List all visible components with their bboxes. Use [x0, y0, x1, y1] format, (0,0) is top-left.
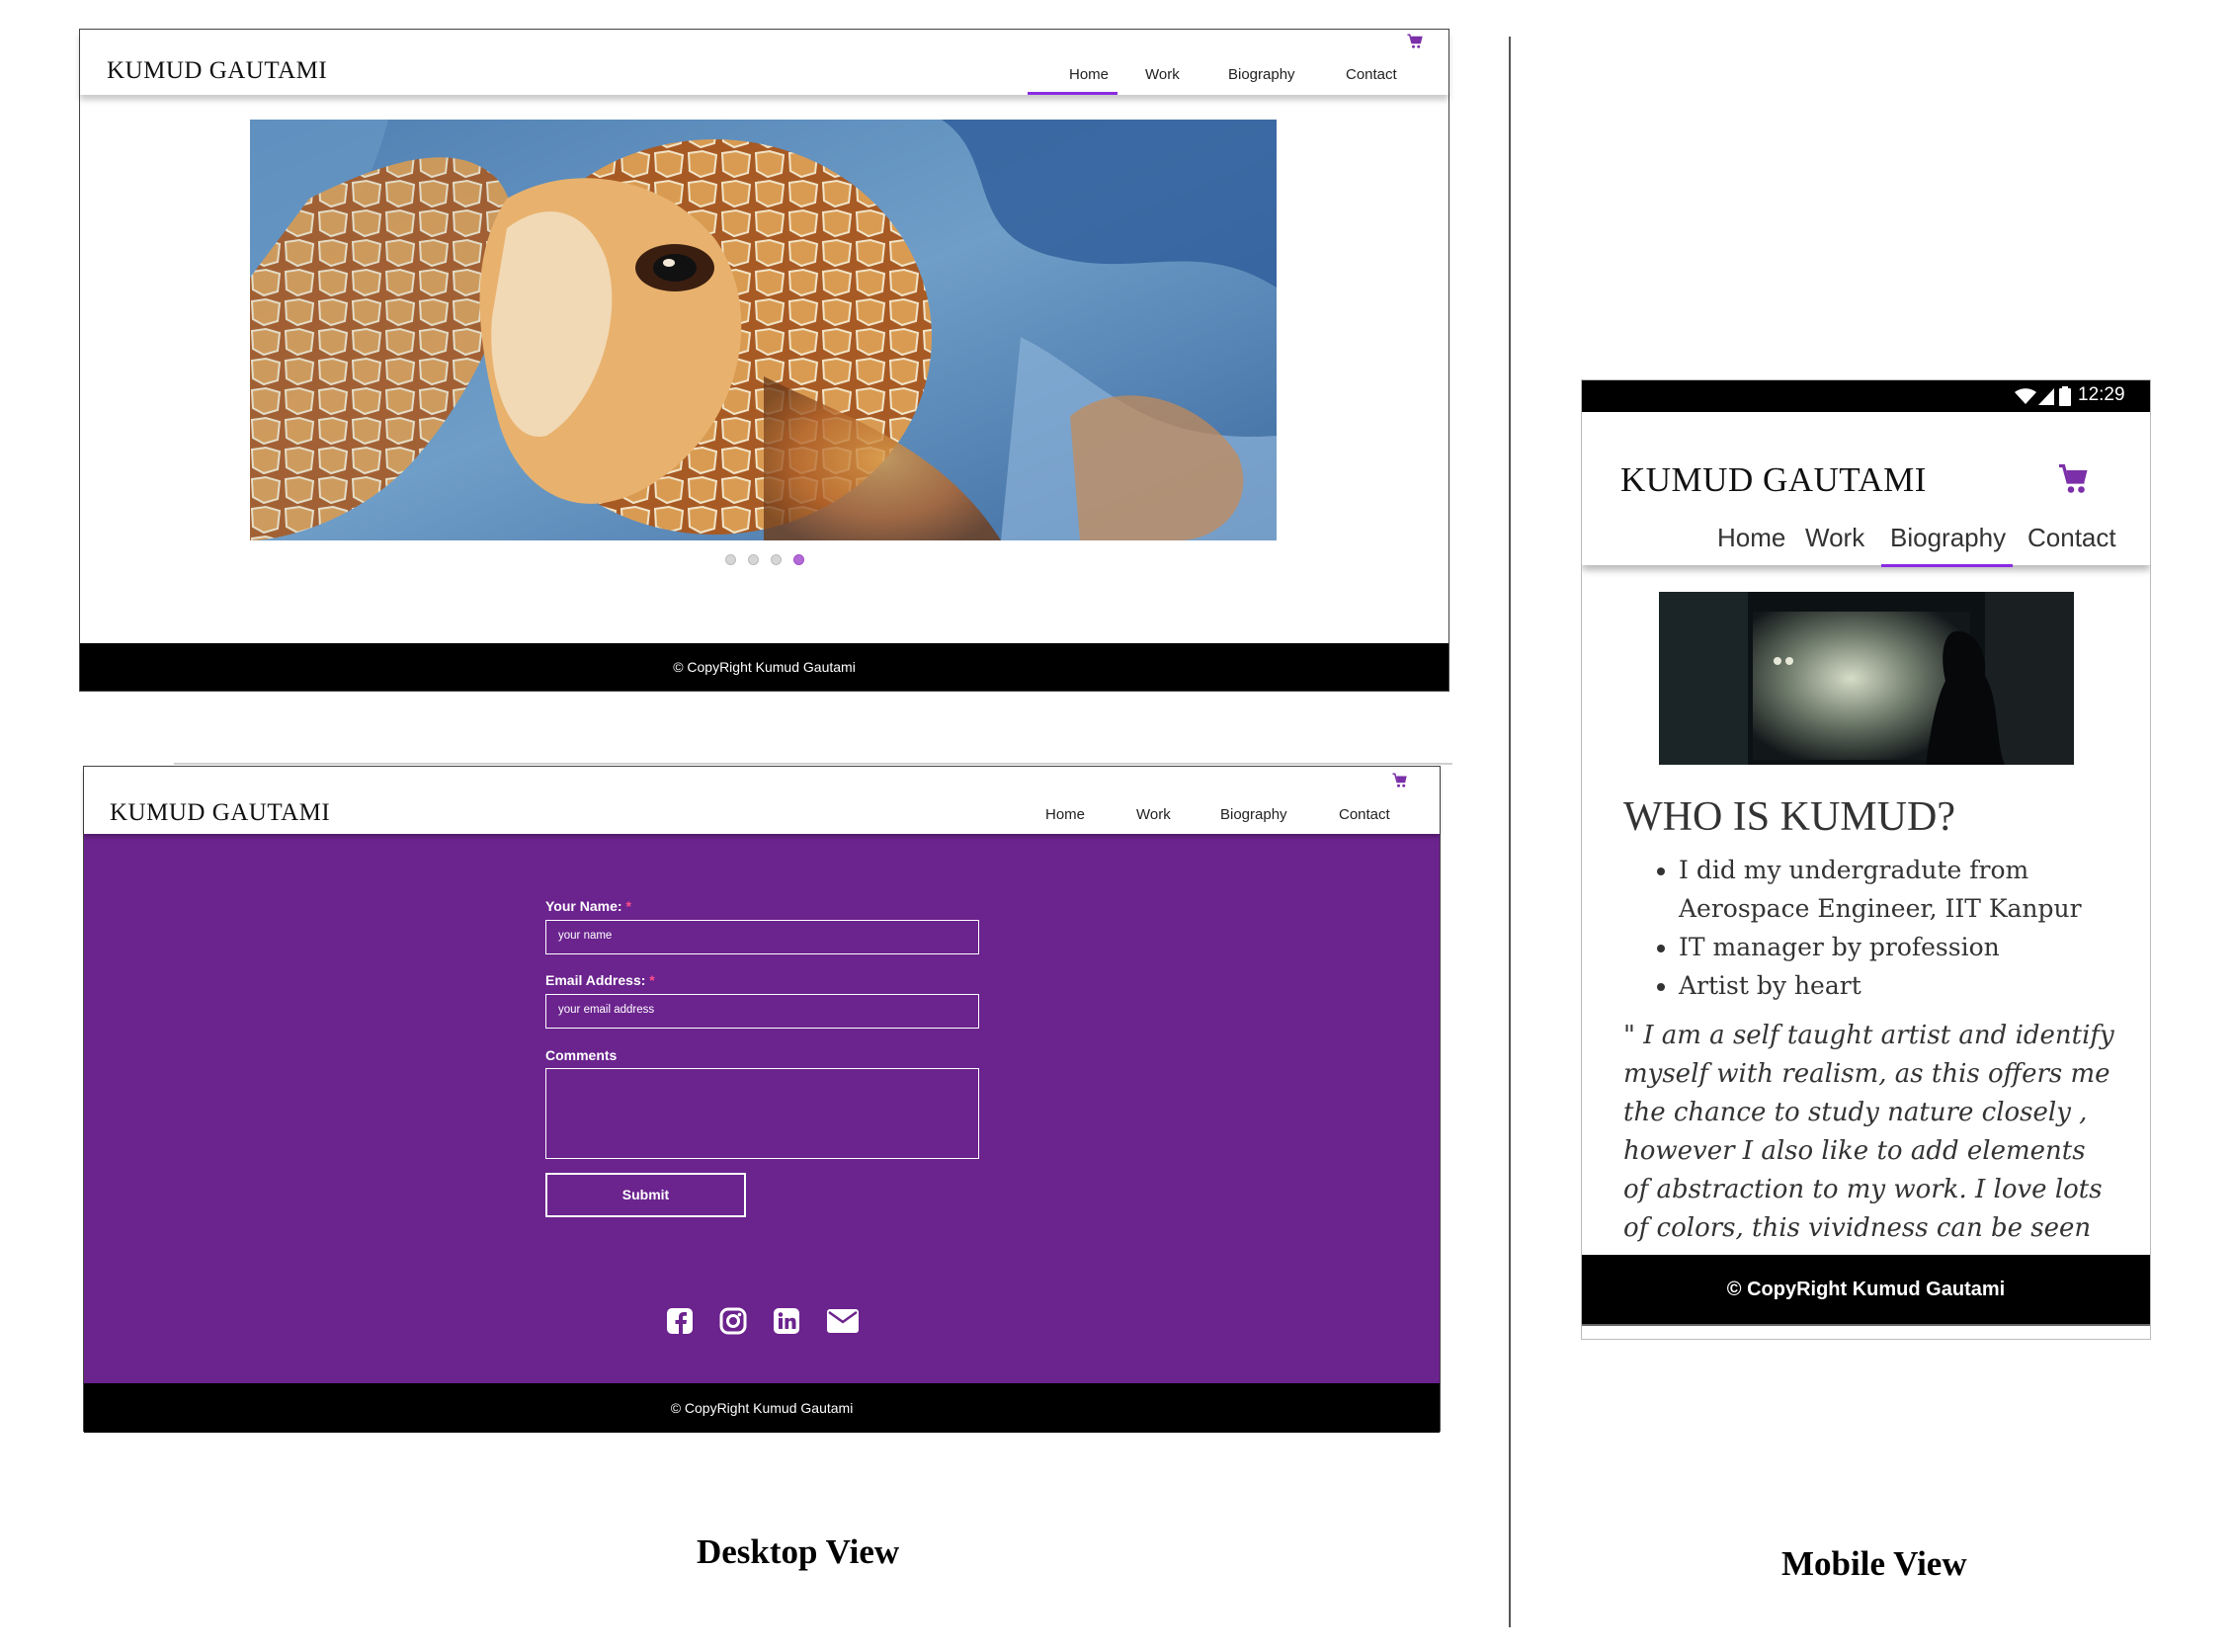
email-input[interactable]: your email address — [545, 994, 979, 1029]
mobile-biography-frame: 12:29 KUMUD GAUTAMI Home Work Biography … — [1581, 379, 2151, 1340]
site-footer: © CopyRight Kumud Gautami — [1582, 1255, 2150, 1324]
submit-button[interactable]: Submit — [545, 1173, 746, 1217]
nav-home[interactable]: Home — [1069, 66, 1109, 83]
list-item: I did my undergradute from Aerospace Eng… — [1679, 851, 2133, 928]
nav-contact[interactable]: Contact — [2027, 523, 2116, 553]
mobile-view-caption: Mobile View — [1781, 1544, 1967, 1583]
nav-contact[interactable]: Contact — [1339, 806, 1390, 823]
carousel-dot[interactable] — [747, 554, 759, 565]
battery-icon — [2059, 386, 2071, 406]
site-brand[interactable]: KUMUD GAUTAMI — [1620, 460, 1927, 500]
site-header: KUMUD GAUTAMI Home Work Biography Contac… — [1582, 412, 2150, 567]
cart-icon[interactable] — [1406, 33, 1424, 50]
site-footer: © CopyRight Kumud Gautami — [84, 1383, 1440, 1433]
site-header: KUMUD GAUTAMI Home Work Biography Contac… — [84, 767, 1440, 834]
facebook-icon[interactable] — [666, 1307, 694, 1335]
nav-work[interactable]: Work — [1805, 523, 1864, 553]
cart-icon[interactable] — [1391, 772, 1409, 789]
carousel-dots — [80, 554, 1448, 565]
biography-photo — [1659, 592, 2074, 765]
site-header: KUMUD GAUTAMI Home Work Biography Contac… — [80, 30, 1448, 95]
list-item: IT manager by profession — [1679, 928, 2133, 966]
nav-biography[interactable]: Biography — [1890, 523, 2006, 553]
nav-biography[interactable]: Biography — [1228, 66, 1295, 83]
copyright-text: © CopyRight Kumud Gautami — [673, 659, 856, 675]
artist-quote: " I am a self taught artist and identify… — [1623, 1021, 2114, 1281]
carousel-dot[interactable] — [770, 554, 782, 565]
desktop-view-caption: Desktop View — [697, 1532, 900, 1571]
status-time: 12:29 — [2078, 384, 2125, 405]
site-brand[interactable]: KUMUD GAUTAMI — [107, 57, 327, 85]
email-label: Email Address: * — [545, 972, 655, 988]
comments-label: Comments — [545, 1047, 618, 1063]
nav-active-indicator — [1028, 92, 1117, 95]
name-input[interactable]: your name — [545, 920, 979, 954]
nav-home[interactable]: Home — [1717, 523, 1785, 553]
nav-work[interactable]: Work — [1136, 806, 1171, 823]
carousel-dot[interactable] — [724, 554, 736, 565]
frame-top-line — [174, 763, 1452, 765]
list-item: Artist by heart — [1679, 966, 2133, 1005]
comments-textarea[interactable] — [545, 1068, 979, 1159]
nav-active-indicator — [1881, 564, 2013, 567]
cart-icon[interactable] — [2056, 461, 2092, 497]
artist-studio-photo — [1659, 592, 2074, 765]
view-divider — [1509, 37, 1511, 1627]
desktop-home-frame: KUMUD GAUTAMI Home Work Biography Contac… — [79, 29, 1449, 692]
android-status-bar: 12:29 — [1582, 380, 2150, 412]
envelope-icon[interactable] — [827, 1309, 859, 1333]
biography-list: I did my undergradute from Aerospace Eng… — [1649, 851, 2133, 1005]
biography-heading: WHO IS KUMUD? — [1623, 794, 1955, 840]
name-label: Your Name: * — [545, 898, 631, 914]
wifi-icon — [2015, 388, 2036, 404]
instagram-icon[interactable] — [719, 1307, 747, 1335]
desktop-contact-frame: KUMUD GAUTAMI Home Work Biography Contac… — [83, 766, 1441, 1433]
linkedin-icon[interactable] — [773, 1307, 800, 1335]
nav-home[interactable]: Home — [1045, 806, 1085, 823]
nav-contact[interactable]: Contact — [1346, 66, 1397, 83]
contact-section: Your Name: * your name Email Address: * … — [84, 834, 1440, 1383]
footer-bottom-edge — [1582, 1324, 2150, 1339]
signal-icon — [2038, 388, 2054, 405]
copyright-text: © CopyRight Kumud Gautami — [1726, 1279, 2006, 1300]
site-footer: © CopyRight Kumud Gautami — [80, 643, 1448, 691]
nav-biography[interactable]: Biography — [1220, 806, 1287, 823]
turtle-painting-image — [250, 120, 1277, 540]
nav-work[interactable]: Work — [1145, 66, 1180, 83]
site-brand[interactable]: KUMUD GAUTAMI — [110, 799, 330, 827]
carousel-image-turtle-painting[interactable] — [250, 120, 1277, 540]
copyright-text: © CopyRight Kumud Gautami — [670, 1400, 854, 1416]
carousel-dot-active[interactable] — [792, 554, 804, 565]
